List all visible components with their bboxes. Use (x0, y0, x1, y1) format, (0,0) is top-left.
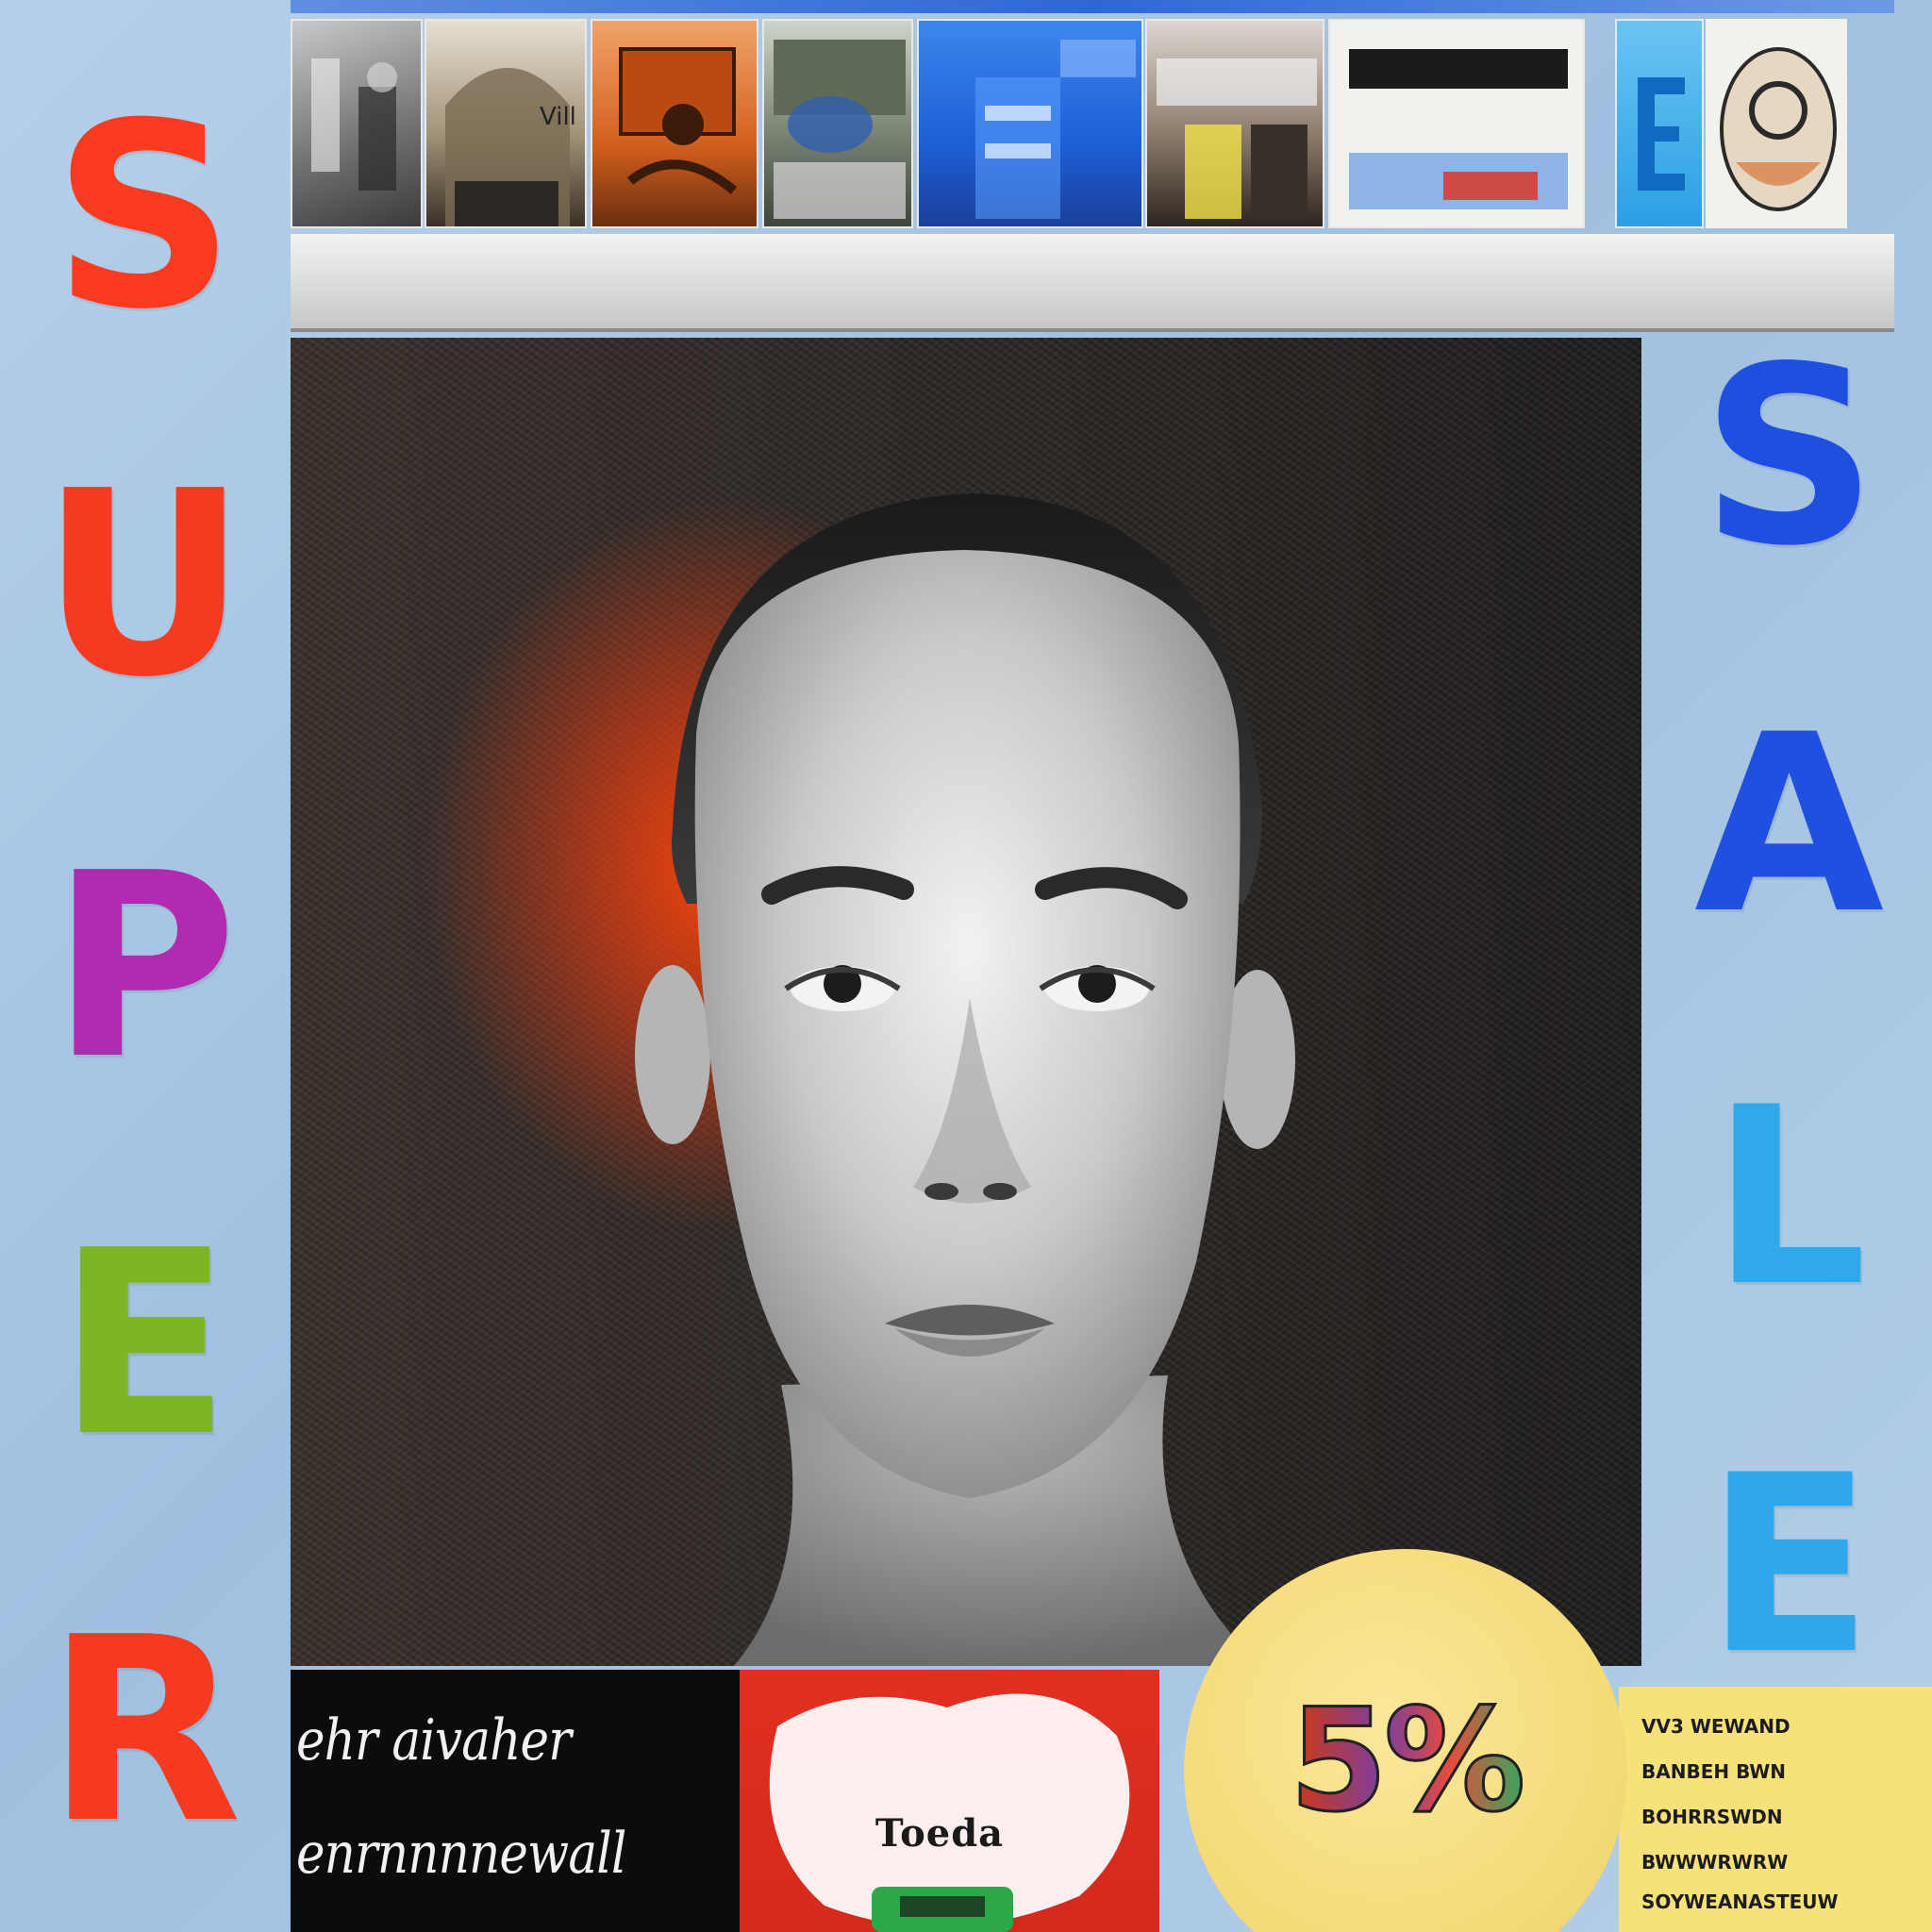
letter-l-sale: L (1710, 1056, 1868, 1341)
letter-e-super: E (57, 1195, 231, 1492)
shelf-thumb-storefront (1145, 19, 1324, 228)
blue-aisle-image (975, 40, 1136, 219)
letter-p-super: P (50, 818, 238, 1115)
yellow-line-4: BWWWRWRW (1641, 1851, 1789, 1874)
arch-image: Vill (445, 68, 576, 226)
bottom-strip: ehr aivaher enrnnnnewall Toeda VV3 WEWAN… (291, 1670, 1932, 1932)
black-panel-line-1: ehr aivaher (296, 1707, 572, 1774)
sale-poster: S U P E R S A L E Vill ehr aivaher enrnn… (0, 0, 1932, 1932)
shelf-thumb-desk (762, 19, 913, 228)
top-shelf: Vill (291, 0, 1894, 335)
orange-box-image (619, 47, 738, 194)
shelf-thumb-arch: Vill (425, 19, 587, 228)
shelf-thumb-round-logo (1706, 19, 1847, 228)
letter-a-sale: A (1693, 683, 1885, 968)
letter-r-super: R (45, 1582, 242, 1879)
svg-text:Vill: Vill (540, 103, 576, 131)
yellow-line-5: SOYWEANASTEUW (1641, 1890, 1839, 1913)
shelf-thumb-blue-aisle (917, 19, 1143, 228)
product-label: Toeda (874, 1811, 1005, 1856)
product-box: Toeda (740, 1670, 1159, 1932)
shelf-top-trim (291, 0, 1894, 13)
yellow-line-1: VV3 WEWAND (1641, 1715, 1790, 1738)
shelf-thumb-blue-letter (1615, 19, 1704, 228)
storefront-image (1157, 58, 1317, 219)
discount-percent: 5% (1184, 1690, 1627, 1834)
letter-s-super: S (52, 68, 236, 365)
yellow-line-2: BANBEH BWN (1641, 1760, 1787, 1783)
product-box-art (769, 1693, 1130, 1932)
shelf-board (291, 234, 1894, 332)
yellow-info-panel: VV3 WEWAND BANBEH BWN BOHRRSWDN BWWWRWRW… (1619, 1687, 1932, 1932)
black-panel-line-2: enrnnnnewall (296, 1821, 626, 1887)
left-letter-column: S U P E R (0, 0, 288, 1932)
shelf-thumb-orange-box (591, 19, 758, 228)
street-image (311, 58, 397, 191)
letter-e-sale: E (1705, 1424, 1874, 1708)
letter-s-sale: S (1700, 315, 1878, 600)
round-logo-image (1720, 47, 1837, 211)
portrait-panel (291, 338, 1641, 1666)
black-text-panel: ehr aivaher enrnnnnewall (291, 1670, 745, 1932)
letter-u-super: U (40, 436, 248, 733)
sign-board-image (1349, 49, 1568, 209)
yellow-line-3: BOHRRSWDN (1641, 1806, 1783, 1828)
desk-image (774, 40, 906, 219)
shelf-thumb-sign-board (1328, 19, 1585, 228)
blue-letter-image (1638, 77, 1685, 191)
portrait-figure (635, 493, 1295, 1666)
shelf-thumb-street (291, 19, 423, 228)
